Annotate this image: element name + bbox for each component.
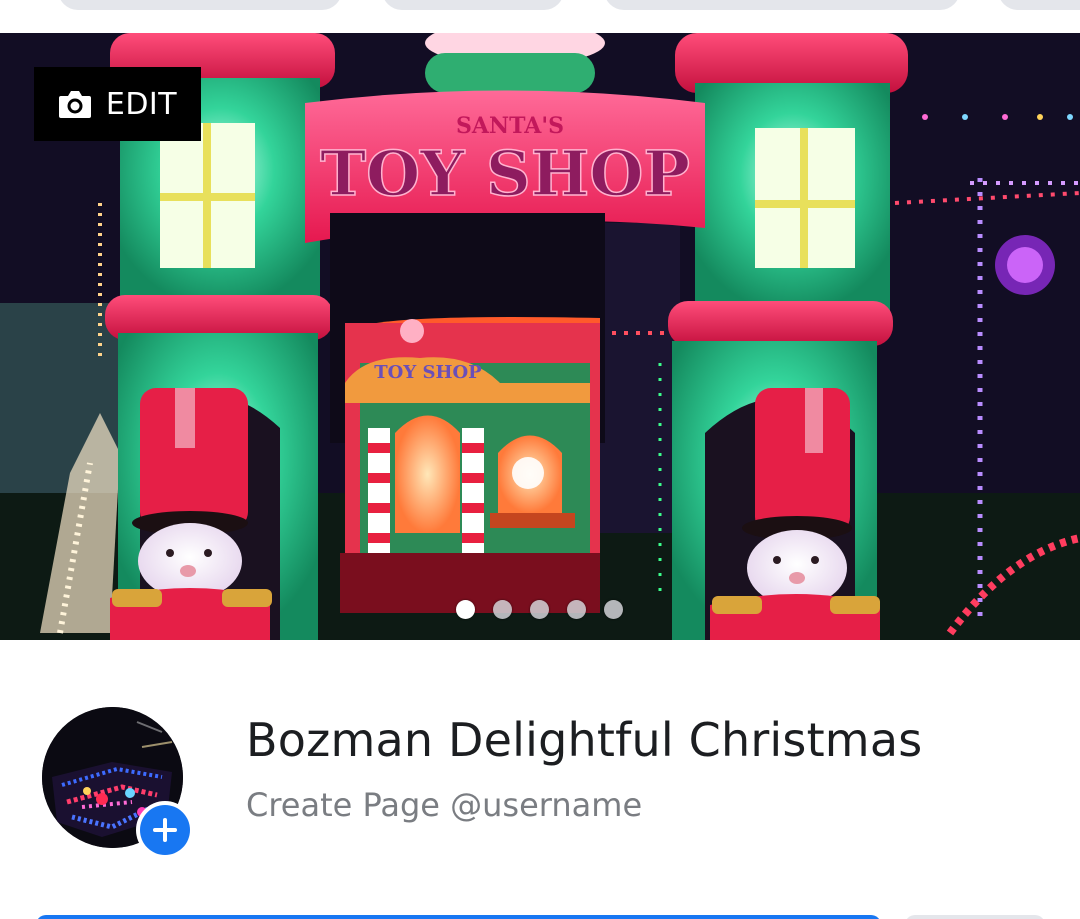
banner-small-text: SANTA'S <box>456 113 564 139</box>
slide-dot[interactable] <box>604 600 623 619</box>
page-title: Bozman Delightful Christmas <box>246 713 923 767</box>
plus-icon <box>153 818 177 842</box>
create-username-link[interactable]: Create Page @username <box>246 786 642 824</box>
banner-big-text: TOY SHOP <box>320 137 690 210</box>
top-tab-pill[interactable] <box>604 0 960 10</box>
slide-dot[interactable] <box>456 600 475 619</box>
top-tab-pill[interactable] <box>998 0 1080 10</box>
page-screen: SANTA'S TOY SHOP TOY SHOP EDIT Bozman De… <box>0 0 1080 919</box>
primary-action-button[interactable] <box>36 915 881 919</box>
booth-sign-text: TOY SHOP <box>374 362 482 383</box>
camera-icon <box>58 91 91 118</box>
slide-dot[interactable] <box>530 600 549 619</box>
slideshow-indicator <box>0 600 1080 619</box>
edit-cover-label: EDIT <box>105 86 178 122</box>
slide-dot[interactable] <box>567 600 586 619</box>
slide-dot[interactable] <box>493 600 512 619</box>
edit-cover-button[interactable]: EDIT <box>34 67 201 141</box>
top-tab-pill[interactable] <box>382 0 564 10</box>
add-photo-button[interactable] <box>136 801 194 859</box>
secondary-action-button[interactable] <box>905 915 1045 919</box>
top-tab-pill[interactable] <box>58 0 342 10</box>
add-photo-circle <box>140 805 190 855</box>
